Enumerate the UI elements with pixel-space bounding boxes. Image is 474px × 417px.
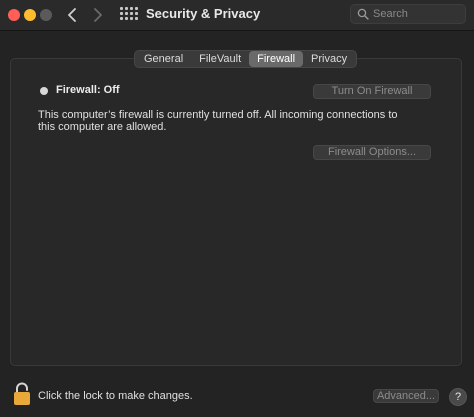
minimize-button[interactable] [24, 9, 36, 21]
zoom-button[interactable] [40, 9, 52, 21]
search-icon [357, 8, 369, 20]
help-button[interactable]: ? [449, 388, 467, 406]
window-title: Security & Privacy [146, 6, 261, 21]
security-privacy-window: Security & Privacy General FileVault Fir… [0, 0, 474, 417]
search-input[interactable] [373, 5, 461, 23]
chevron-left-icon [68, 8, 76, 22]
firewall-status-label: Firewall: Off [56, 84, 120, 96]
tab-firewall[interactable]: Firewall [249, 51, 304, 67]
content-panel [10, 58, 462, 366]
tab-general[interactable]: General [136, 51, 191, 67]
firewall-description: This computer’s firewall is currently tu… [38, 109, 398, 133]
chevron-right-icon [94, 8, 102, 22]
close-button[interactable] [8, 9, 20, 21]
firewall-options-button[interactable]: Firewall Options... [313, 145, 431, 160]
lock-icon[interactable] [13, 382, 31, 411]
firewall-status-indicator [40, 87, 48, 95]
turn-on-firewall-button[interactable]: Turn On Firewall [313, 84, 431, 99]
lock-label: Click the lock to make changes. [38, 390, 193, 402]
forward-button[interactable] [88, 5, 108, 25]
grid-icon [120, 7, 138, 20]
search-field[interactable] [350, 4, 466, 24]
tab-privacy[interactable]: Privacy [303, 51, 355, 67]
advanced-button[interactable]: Advanced... [373, 389, 439, 403]
tab-filevault[interactable]: FileVault [191, 51, 249, 67]
back-button[interactable] [62, 5, 82, 25]
show-all-button[interactable] [120, 7, 138, 23]
title-bar: Security & Privacy [0, 0, 474, 31]
tab-bar: General FileVault Firewall Privacy [134, 50, 358, 68]
